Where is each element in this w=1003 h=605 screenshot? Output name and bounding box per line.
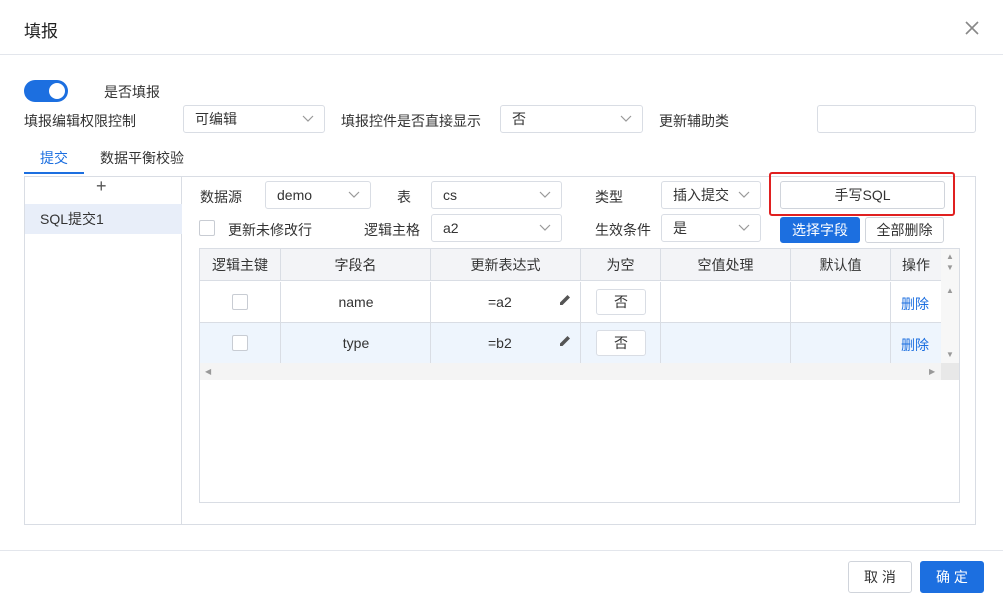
- col-update-expr: 更新表达式: [431, 249, 581, 281]
- chevron-down-icon: [738, 224, 750, 231]
- delete-link[interactable]: 删除: [901, 335, 929, 355]
- cell-nullable: 否: [581, 323, 661, 363]
- cell-nullable: 否: [581, 282, 661, 322]
- table-row: name =a2 否 删除: [200, 282, 941, 323]
- table-select-value: cs: [443, 187, 457, 203]
- col-null-handling: 空值处理: [661, 249, 791, 281]
- logic-pk-select[interactable]: a2: [431, 214, 562, 242]
- effect-select-value: 是: [673, 220, 687, 236]
- fill-enabled-toggle[interactable]: [24, 80, 68, 102]
- nullable-select[interactable]: 否: [596, 330, 646, 356]
- row-pk-checkbox[interactable]: [232, 294, 248, 310]
- chevron-down-icon: [539, 224, 551, 231]
- aux-class-label: 更新辅助类: [659, 113, 729, 129]
- permission-label: 填报编辑权限控制: [24, 113, 136, 129]
- field-name-text: name: [338, 294, 374, 310]
- cell-action: 删除: [891, 282, 941, 322]
- cell-null-handling[interactable]: [661, 323, 791, 363]
- cell-update-expr[interactable]: =a2: [431, 282, 581, 322]
- horizontal-scrollbar[interactable]: ◀ ▶: [200, 363, 941, 380]
- update-expr-text: =b2: [488, 335, 512, 351]
- cell-field-name: name: [281, 282, 431, 322]
- delete-link[interactable]: 删除: [901, 294, 929, 314]
- table-header: 逻辑主键 字段名 更新表达式 为空 空值处理 默认值 操作: [200, 249, 941, 281]
- tab-data-balance[interactable]: 数据平衡校验: [100, 148, 184, 168]
- cell-null-handling[interactable]: [661, 282, 791, 322]
- footer-divider: [0, 550, 1003, 551]
- cell-logic-pk: [200, 282, 281, 322]
- update-expr-text: =a2: [488, 294, 512, 310]
- scroll-right-icon[interactable]: ▶: [929, 367, 935, 376]
- type-select[interactable]: 插入提交: [661, 181, 761, 209]
- chevron-down-icon: [620, 115, 632, 122]
- scroll-down-icon[interactable]: ▼: [946, 263, 954, 272]
- cancel-button[interactable]: 取 消: [848, 561, 912, 593]
- cell-logic-pk: [200, 323, 281, 363]
- update-unmodified-checkbox[interactable]: [199, 220, 215, 236]
- vertical-scrollbar[interactable]: ▲ ▼ ▲ ▼: [941, 249, 959, 363]
- ok-button[interactable]: 确 定: [920, 561, 984, 593]
- tab-submit[interactable]: 提交: [40, 148, 68, 168]
- chevron-down-icon: [738, 191, 750, 198]
- table-select[interactable]: cs: [431, 181, 562, 209]
- row-pk-checkbox[interactable]: [232, 335, 248, 351]
- table-row: type =b2 否 删除: [200, 323, 941, 364]
- select-fields-button[interactable]: 选择字段: [780, 217, 860, 243]
- permission-select[interactable]: 可编辑: [183, 105, 325, 133]
- effect-select[interactable]: 是: [661, 214, 761, 242]
- chevron-down-icon: [539, 191, 551, 198]
- tab-submit-underline: [24, 172, 84, 174]
- dialog-header: [0, 0, 1003, 55]
- cell-default[interactable]: [791, 323, 891, 363]
- col-default: 默认值: [791, 249, 891, 281]
- add-icon[interactable]: +: [96, 176, 107, 197]
- table-label: 表: [397, 189, 411, 205]
- col-field-name: 字段名: [281, 249, 431, 281]
- chevron-down-icon: [348, 191, 360, 198]
- cell-update-expr[interactable]: =b2: [431, 323, 581, 363]
- cell-action: 删除: [891, 323, 941, 363]
- cell-default[interactable]: [791, 282, 891, 322]
- delete-all-button[interactable]: 全部删除: [865, 217, 944, 243]
- col-nullable: 为空: [581, 249, 661, 281]
- logic-pk-label: 逻辑主格: [364, 222, 420, 238]
- col-logic-pk: 逻辑主键: [200, 249, 281, 281]
- datasource-select[interactable]: demo: [265, 181, 371, 209]
- chevron-down-icon: [302, 115, 314, 122]
- cell-field-name: type: [281, 323, 431, 363]
- nullable-select[interactable]: 否: [596, 289, 646, 315]
- pencil-icon[interactable]: [558, 334, 572, 348]
- scroll-up-icon[interactable]: ▲: [946, 286, 954, 295]
- pencil-icon[interactable]: [558, 293, 572, 307]
- highlight-box: [769, 172, 955, 216]
- update-unmodified-label: 更新未修改行: [228, 222, 312, 238]
- logic-pk-select-value: a2: [443, 220, 459, 236]
- datasource-label: 数据源: [200, 189, 242, 205]
- effect-label: 生效条件: [595, 222, 651, 238]
- scroll-down-icon[interactable]: ▼: [946, 350, 954, 359]
- scroll-up-icon[interactable]: ▲: [946, 252, 954, 261]
- aux-class-input[interactable]: [817, 105, 976, 133]
- permission-select-value: 可编辑: [195, 111, 237, 127]
- scroll-left-icon[interactable]: ◀: [205, 367, 211, 376]
- type-label: 类型: [595, 189, 623, 205]
- direct-display-label: 填报控件是否直接显示: [341, 113, 481, 129]
- direct-display-select[interactable]: 否: [500, 105, 643, 133]
- col-action: 操作: [902, 257, 930, 273]
- submit-list-item[interactable]: SQL提交1: [25, 204, 182, 234]
- close-icon[interactable]: [962, 18, 982, 38]
- direct-display-select-value: 否: [512, 111, 526, 127]
- datasource-select-value: demo: [277, 187, 313, 203]
- field-name-text: type: [342, 335, 370, 351]
- fill-enabled-label: 是否填报: [104, 84, 160, 100]
- type-select-value: 插入提交: [673, 187, 729, 203]
- scroll-corner: [941, 363, 959, 380]
- dialog-title: 填报: [24, 22, 58, 41]
